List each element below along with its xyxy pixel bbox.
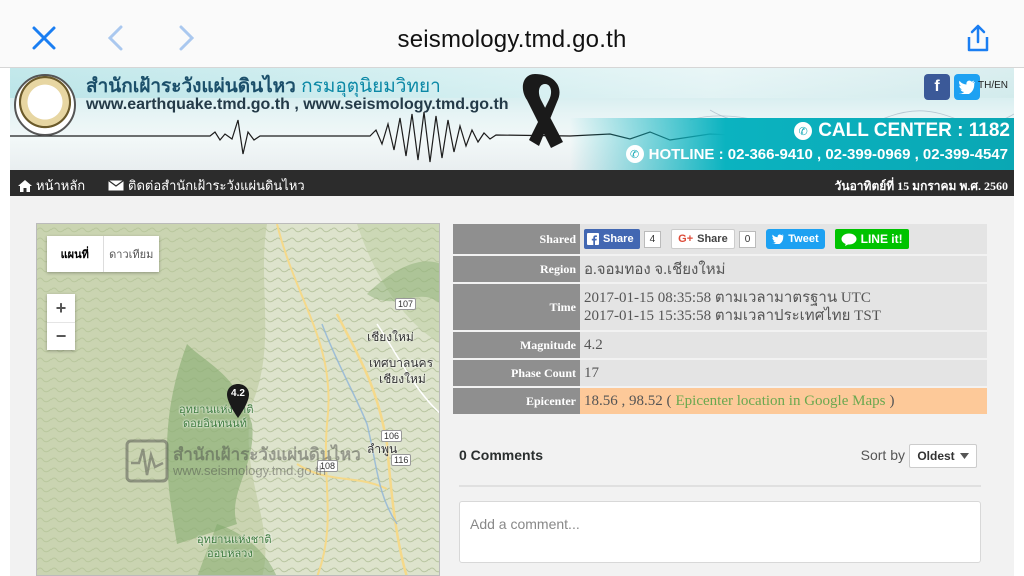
map-type-satellite[interactable]: ดาวเทียม	[102, 236, 160, 272]
phone-icon: ✆	[794, 122, 813, 140]
twitter-icon[interactable]	[954, 74, 980, 100]
epicenter-map[interactable]: แผนที่ ดาวเทียม + − เชียงใหม่ เทศบาลนคร …	[36, 223, 440, 576]
region-label: Region	[453, 256, 580, 282]
call-center: ✆ CALL CENTER : 1182	[794, 120, 1010, 142]
social-links: f	[924, 74, 980, 100]
nav-bar: หน้าหลัก ติดต่อสำนักเฝ้าระวังแผ่นดินไหว …	[10, 170, 1014, 196]
road-shield-116: 116	[391, 454, 412, 466]
epicenter-coords: 18.56 , 98.52 (	[584, 392, 672, 409]
zoom-out-button[interactable]: −	[47, 322, 75, 350]
time-utc: 2017-01-15 08:35:58 ตามเวลามาตรฐาน UTC	[584, 290, 871, 306]
mail-icon	[108, 180, 124, 191]
epicenter-close-paren: )	[889, 392, 895, 409]
line-share-button[interactable]: LINE it!	[834, 229, 909, 249]
map-label-chiangmai-city: เชียงใหม่	[379, 372, 426, 386]
language-switch[interactable]: TH/EN	[978, 80, 1008, 91]
watermark: สำนักเฝ้าระวังแผ่นดินไหว www.seismology.…	[125, 439, 361, 488]
map-label-chiangmai: เชียงใหม่	[367, 330, 414, 344]
earthquake-info-table: Shared Share 4 G+ Share 0 Tweet LINE it!…	[453, 224, 987, 416]
nav-home[interactable]: หน้าหลัก	[18, 175, 85, 196]
comments-divider	[459, 485, 981, 487]
phone-icon: ✆	[625, 145, 644, 163]
home-icon	[18, 179, 32, 192]
row-shared: Shared Share 4 G+ Share 0 Tweet LINE it!	[453, 224, 987, 254]
row-epicenter: Epicenter 18.56 , 98.52 ( Epicenter loca…	[453, 388, 987, 414]
row-magnitude: Magnitude 4.2	[453, 332, 987, 358]
nav-contact[interactable]: ติดต่อสำนักเฝ้าระวังแผ่นดินไหว	[108, 175, 305, 196]
mourning-ribbon-icon	[522, 74, 563, 148]
gplus-icon: G+	[678, 233, 694, 245]
hotline: ✆ HOTLINE : 02-366-9410 , 02-399-0969 , 0…	[625, 145, 1008, 163]
epicenter-marker[interactable]: 4.2	[227, 384, 249, 423]
browser-toolbar: seismology.tmd.go.th	[0, 0, 1024, 68]
road-shield-106: 106	[381, 430, 403, 442]
row-region: Region อ.จอมทอง จ.เชียงใหม่	[453, 256, 987, 282]
time-tst: 2017-01-15 15:35:58 ตามเวลาประเทศไทย TST	[584, 308, 881, 324]
url-bar[interactable]: seismology.tmd.go.th	[0, 26, 1024, 54]
facebook-icon[interactable]: f	[924, 74, 950, 100]
tweet-button[interactable]: Tweet	[766, 229, 825, 249]
watermark-url: www.seismology.tmd.go.th	[173, 463, 326, 478]
comments-header: 0 Comments Sort by Oldest	[459, 444, 979, 472]
line-icon	[841, 233, 857, 246]
region-value: อ.จอมทอง จ.เชียงใหม่	[580, 256, 987, 282]
shared-label: Shared	[453, 224, 580, 254]
phase-count-label: Phase Count	[453, 360, 580, 386]
sort-dropdown[interactable]: Oldest	[909, 444, 977, 468]
road-shield-107: 107	[395, 298, 417, 310]
facebook-share-button[interactable]: Share	[584, 229, 640, 249]
map-label-park-obluang-name: ออบหลวง	[207, 548, 253, 560]
time-label: Time	[453, 284, 580, 330]
marker-magnitude: 4.2	[231, 388, 245, 399]
row-phase-count: Phase Count 17	[453, 360, 987, 386]
seismo-logo-icon	[125, 439, 169, 483]
tmd-logo	[14, 74, 76, 136]
facebook-share-count: 4	[643, 230, 662, 248]
current-date: วันอาทิตย์ที่ 15 มกราคม พ.ศ. 2560	[834, 179, 1008, 193]
phase-count-value: 17	[580, 360, 987, 386]
gplus-share-count: 0	[738, 230, 757, 248]
magnitude-value: 4.2	[580, 332, 987, 358]
comment-input[interactable]: Add a comment...	[459, 501, 981, 563]
share-icon[interactable]	[962, 22, 994, 54]
epicenter-google-maps-link[interactable]: Epicenter location in Google Maps	[676, 393, 886, 410]
magnitude-label: Magnitude	[453, 332, 580, 358]
gplus-share-button[interactable]: G+ Share	[671, 229, 735, 249]
share-buttons: Share 4 G+ Share 0 Tweet LINE it!	[580, 224, 987, 254]
facebook-icon	[587, 233, 599, 245]
row-time: Time 2017-01-15 08:35:58 ตามเวลามาตรฐาน …	[453, 284, 987, 330]
map-type-map[interactable]: แผนที่	[47, 236, 103, 272]
time-values: 2017-01-15 08:35:58 ตามเวลามาตรฐาน UTC 2…	[580, 284, 987, 330]
comment-count[interactable]: 0 Comments	[459, 447, 543, 463]
zoom-control: + −	[47, 294, 75, 350]
twitter-icon	[772, 234, 784, 244]
sort-by-label: Sort by	[860, 447, 905, 463]
zoom-in-button[interactable]: +	[47, 294, 75, 322]
banner-urls: www.earthquake.tmd.go.th , www.seismolog…	[86, 96, 509, 113]
epicenter-value: 18.56 , 98.52 ( Epicenter location in Go…	[580, 388, 987, 414]
map-type-control: แผนที่ ดาวเทียม	[47, 236, 159, 272]
epicenter-label: Epicenter	[453, 388, 580, 414]
site-banner: สำนักเฝ้าระวังแผ่นดินไหว กรมอุตุนิยมวิทย…	[10, 68, 1014, 170]
caret-down-icon	[959, 453, 969, 459]
